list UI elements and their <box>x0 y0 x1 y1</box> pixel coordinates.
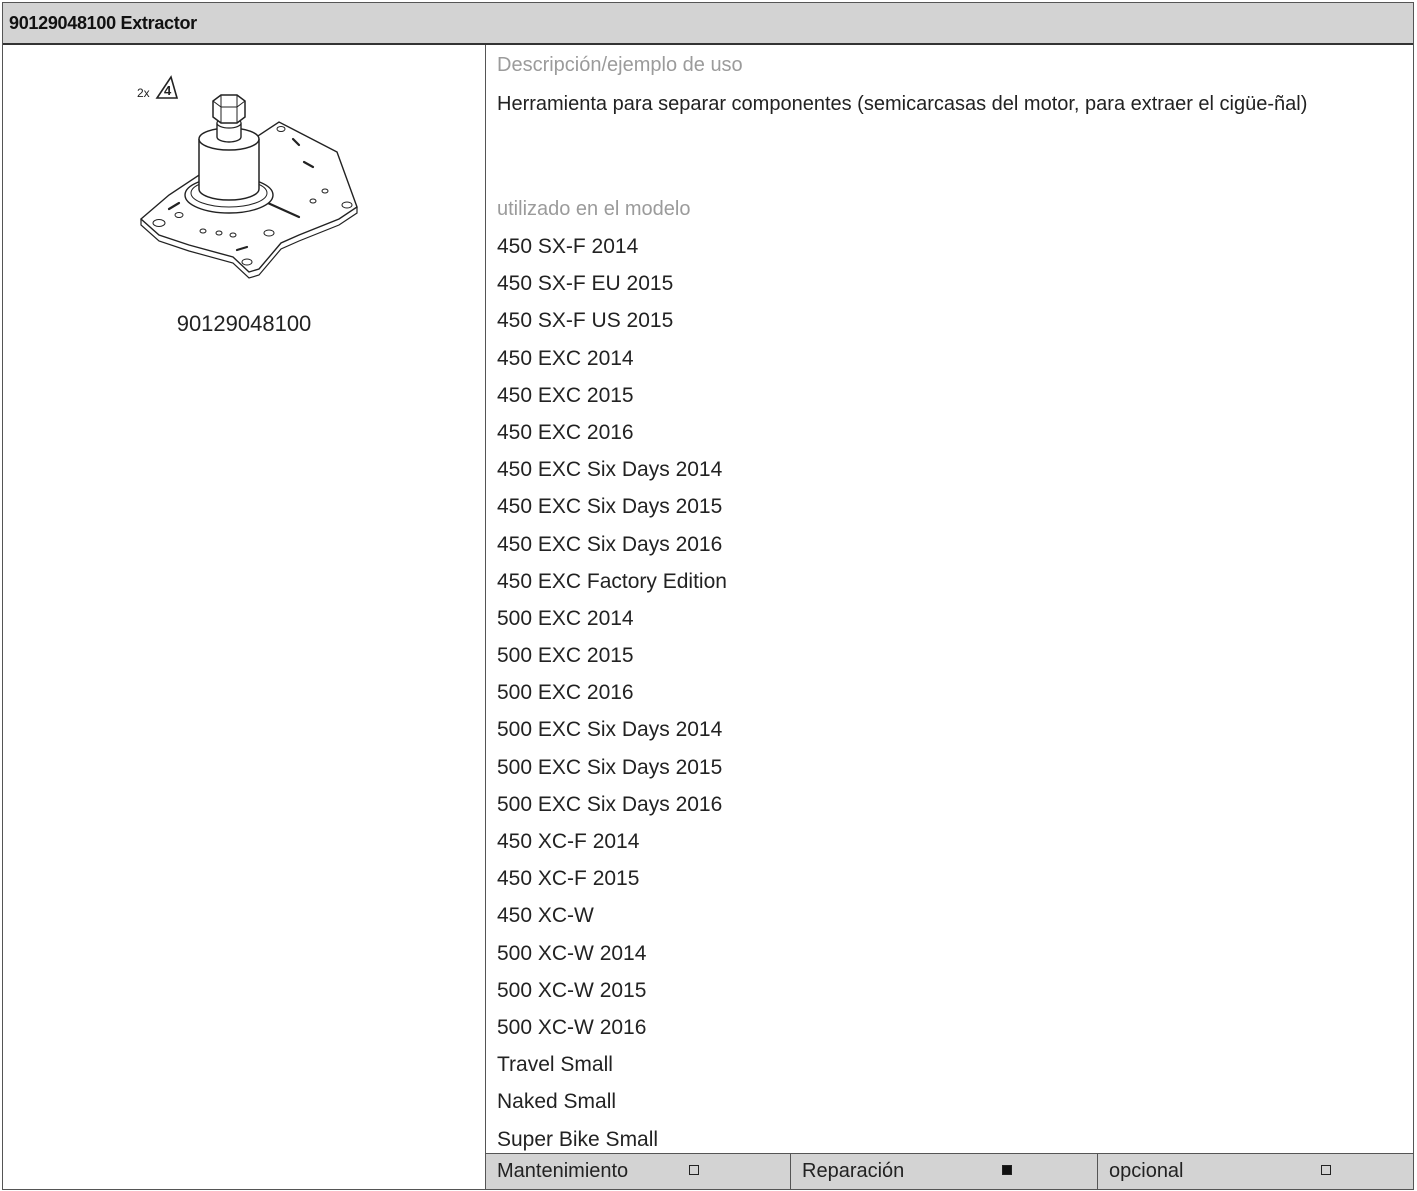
category-repair-label: Reparación <box>802 1160 905 1182</box>
tool-header: 90129048100 Extractor <box>3 3 1413 45</box>
model-item: 450 XC-W <box>497 904 594 928</box>
model-item: Travel Small <box>497 1053 613 1077</box>
model-item: 450 XC-F 2014 <box>497 830 640 853</box>
model-item: 500 XC-W 2015 <box>497 978 647 1002</box>
model-list: 450 SX-F 2014 450 SX-F EU 2015 450 SX-F … <box>497 228 727 1158</box>
category-repair: Reparación <box>791 1154 1098 1189</box>
model-item: 450 XC-F 2015 <box>497 867 640 891</box>
model-item: 450 EXC 2016 <box>497 420 634 444</box>
category-maintenance-checkbox-icon <box>689 1165 699 1175</box>
usage-category-bar: Mantenimiento Reparación opcional <box>486 1153 1413 1189</box>
model-item: 450 EXC Six Days 2016 <box>497 532 723 556</box>
tool-title: 90129048100 Extractor <box>9 13 197 33</box>
models-label: utilizado en el modelo <box>497 198 691 220</box>
model-item: 450 EXC 2014 <box>497 346 634 370</box>
description-text: Herramienta para separar componentes (se… <box>497 93 1308 115</box>
model-item: 450 EXC Six Days 2014 <box>497 458 723 482</box>
model-item: 450 SX-F US 2015 <box>497 309 674 333</box>
description-label: Descripción/ejemplo de uso <box>497 54 743 76</box>
warning-number: 4 <box>164 83 172 98</box>
category-optional-checkbox-icon <box>1321 1165 1331 1175</box>
category-repair-checkbox-icon <box>1002 1165 1012 1175</box>
model-item: 450 SX-F EU 2015 <box>497 272 674 296</box>
model-item: 500 XC-W 2014 <box>497 941 647 965</box>
model-item: 450 EXC 2015 <box>497 383 634 407</box>
model-item: 450 EXC Factory Edition <box>497 569 727 593</box>
model-item: 500 XC-W 2016 <box>497 1015 647 1039</box>
model-item: 500 EXC Six Days 2015 <box>497 755 723 779</box>
warning-triangle-icon: 4 <box>155 75 179 99</box>
category-optional: opcional <box>1098 1154 1413 1189</box>
model-item: 500 EXC Six Days 2014 <box>497 718 723 742</box>
extractor-tool-illustration: 2x 4 <box>137 75 358 279</box>
model-item: 500 EXC 2016 <box>497 681 634 705</box>
category-optional-label: opcional <box>1109 1160 1184 1182</box>
model-item: 450 EXC Six Days 2015 <box>497 495 723 519</box>
quantity-label: 2x <box>137 86 150 100</box>
tool-code-label: 90129048100 <box>176 311 312 336</box>
category-maintenance: Mantenimiento <box>486 1154 791 1189</box>
model-item: 500 EXC 2015 <box>497 644 634 668</box>
tool-sheet: 90129048100 Extractor 2x 4 90129048100 D… <box>2 2 1414 1190</box>
model-item: Naked Small <box>497 1090 617 1114</box>
model-item: 450 SX-F 2014 <box>497 235 639 258</box>
category-maintenance-label: Mantenimiento <box>497 1160 629 1182</box>
tool-details-panel: Descripción/ejemplo de uso Herramienta p… <box>486 45 1413 1189</box>
model-item: 500 EXC Six Days 2016 <box>497 792 723 816</box>
tool-image-panel: 2x 4 90129048100 <box>3 45 485 1189</box>
model-item: 500 EXC 2014 <box>497 606 634 630</box>
